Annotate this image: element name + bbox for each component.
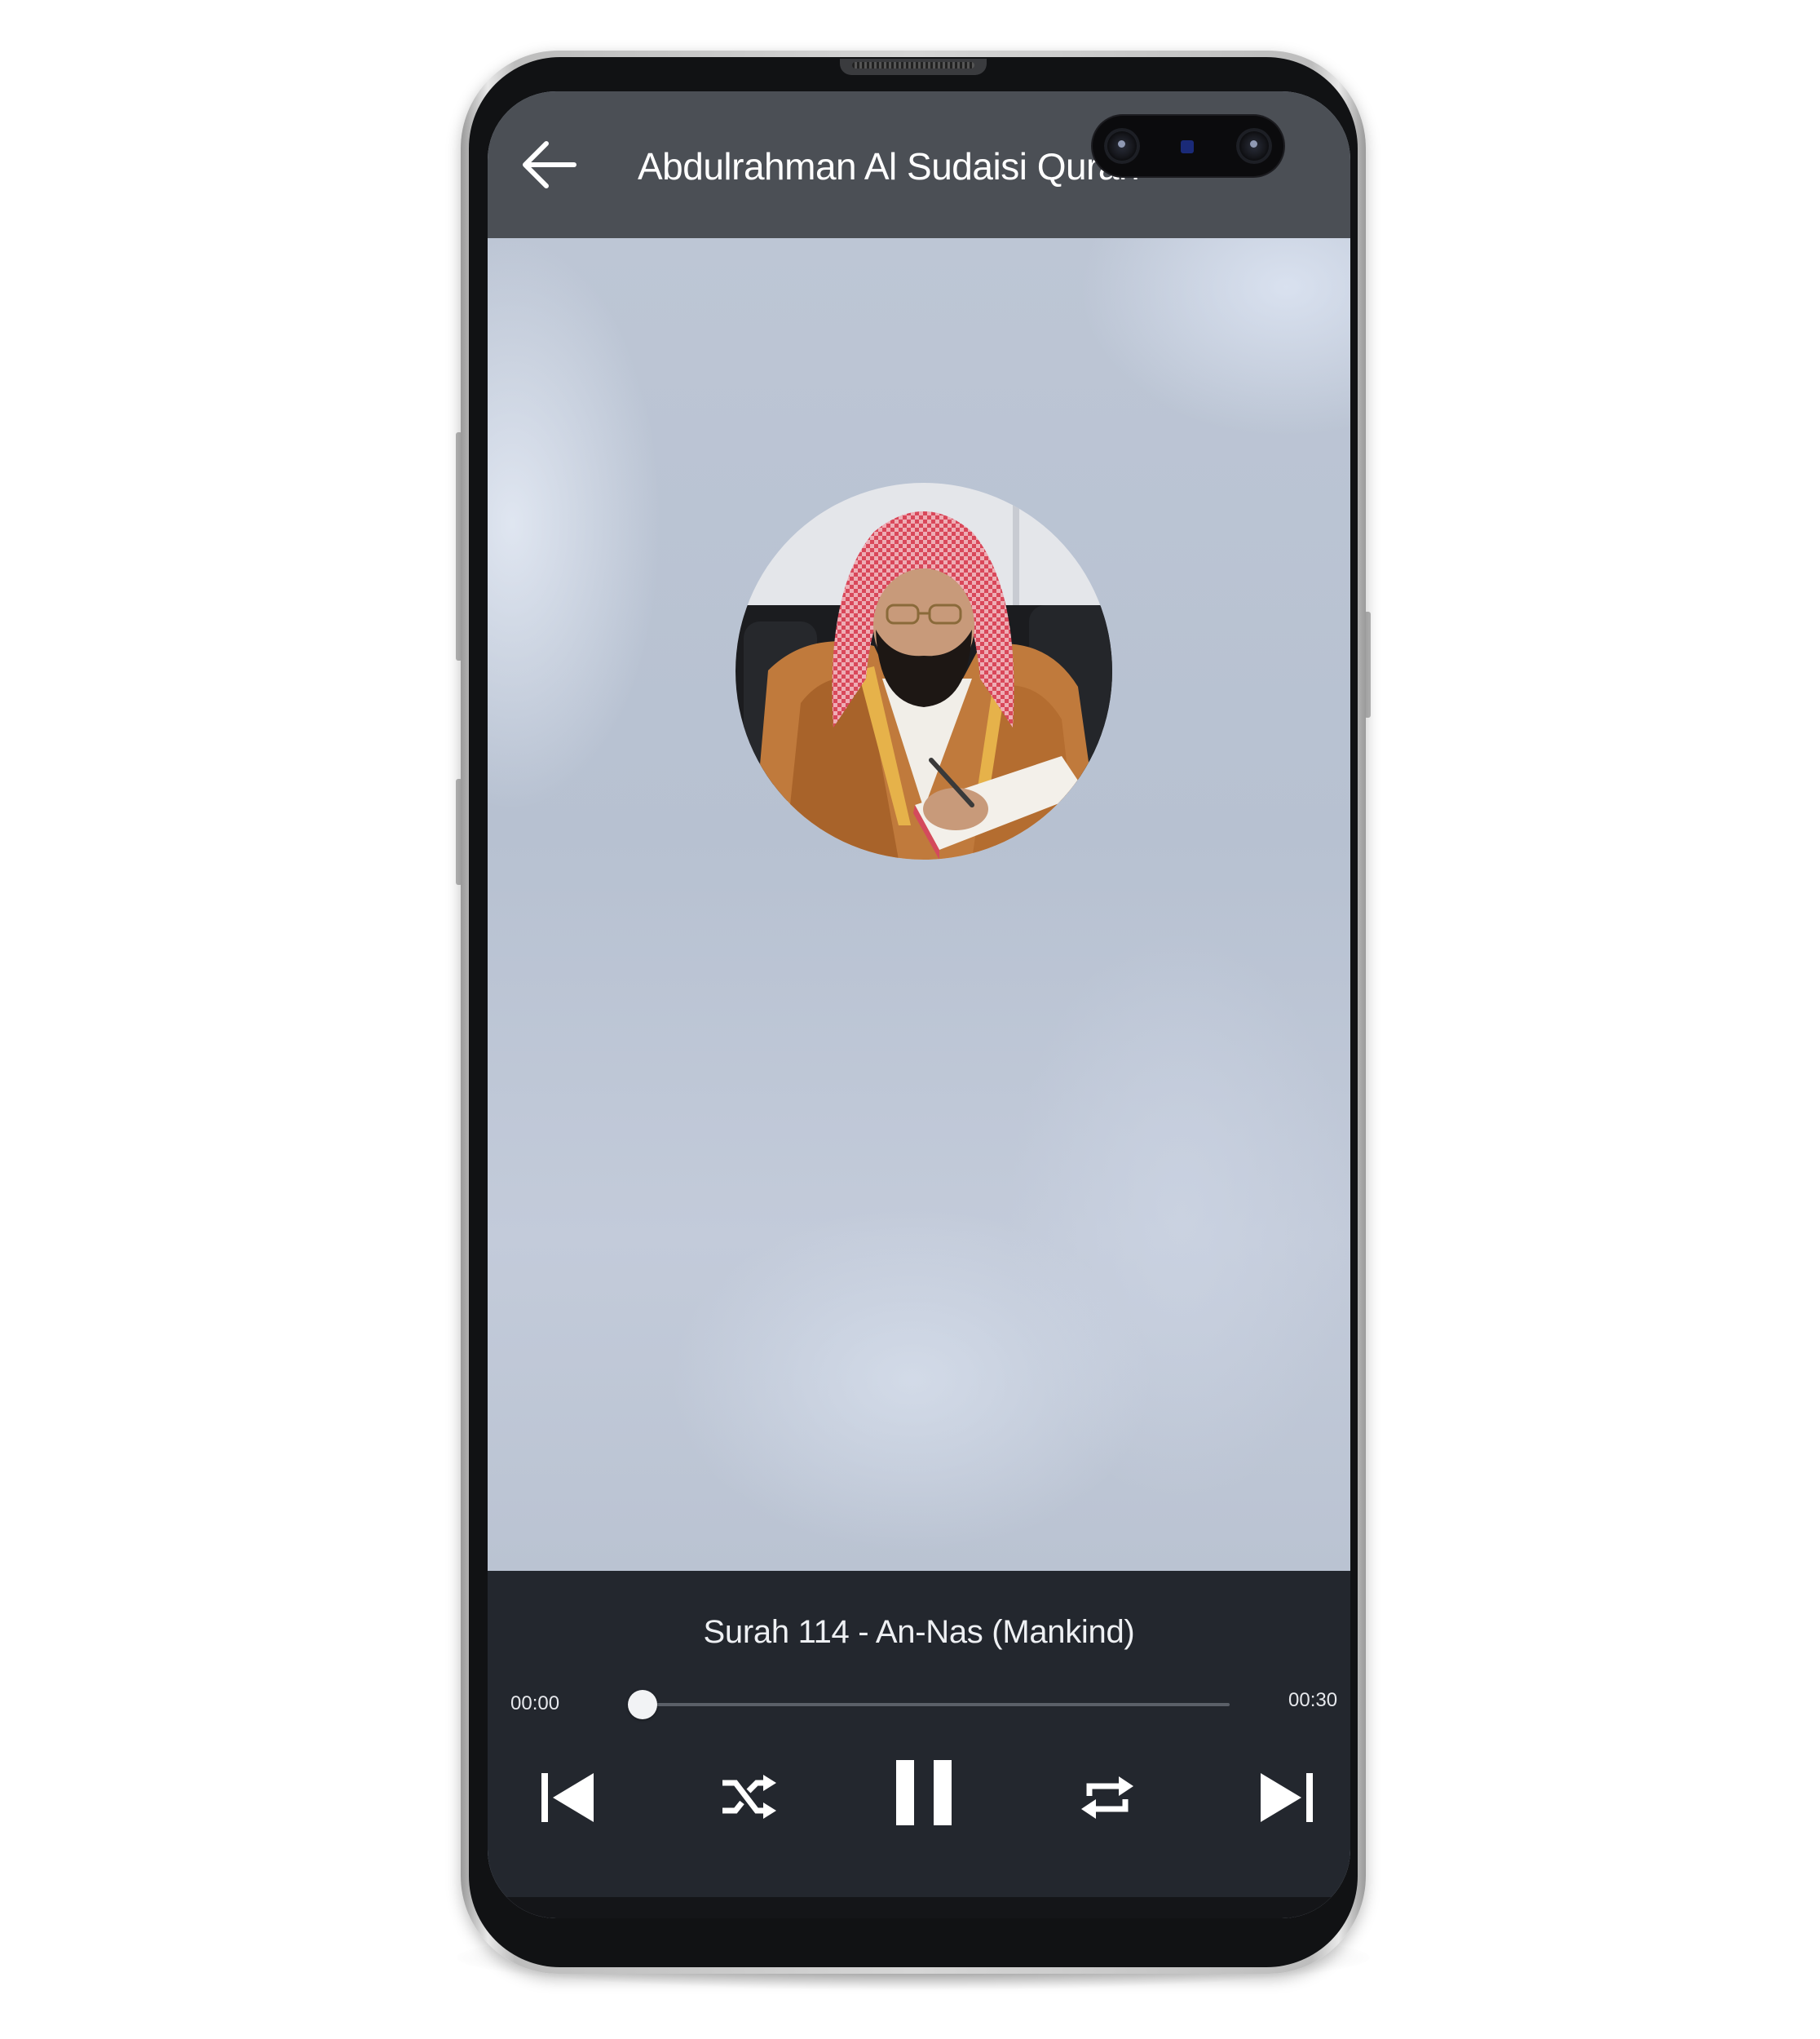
time-total: 00:30 (1288, 1689, 1338, 1711)
camera-lens-icon (1236, 128, 1272, 164)
skip-previous-icon (541, 1773, 594, 1822)
content-area (488, 238, 1350, 1571)
seek-bar[interactable] (628, 1690, 1230, 1719)
system-navigation-strip (488, 1897, 1350, 1918)
reciter-photo (736, 483, 1112, 860)
back-arrow-icon[interactable] (517, 132, 582, 197)
player-panel: Surah 114 - An-Nas (Mankind) 00:00 00:30 (488, 1571, 1350, 1897)
seek-thumb[interactable] (628, 1690, 657, 1719)
camera-sensor-icon (1181, 140, 1194, 153)
product-mockup: Abdulrahman Al Sudaisi Quran Surah 114 -… (0, 0, 1820, 2039)
skip-previous-button[interactable] (528, 1758, 607, 1837)
skip-next-button[interactable] (1248, 1758, 1326, 1837)
skip-next-icon (1261, 1773, 1313, 1822)
pause-button[interactable] (880, 1749, 968, 1837)
shuffle-button[interactable] (708, 1758, 786, 1837)
phone-screen: Abdulrahman Al Sudaisi Quran Surah 114 -… (488, 91, 1350, 1918)
camera-lens-icon (1104, 128, 1140, 164)
pause-icon (896, 1760, 952, 1825)
repeat-button[interactable] (1068, 1758, 1146, 1837)
front-camera-cutout (1093, 116, 1283, 176)
repeat-icon (1081, 1776, 1133, 1819)
shuffle-icon (722, 1775, 776, 1819)
earpiece-grill (852, 62, 974, 69)
time-elapsed: 00:00 (510, 1692, 560, 1714)
track-title: Surah 114 - An-Nas (Mankind) (703, 1614, 1135, 1650)
